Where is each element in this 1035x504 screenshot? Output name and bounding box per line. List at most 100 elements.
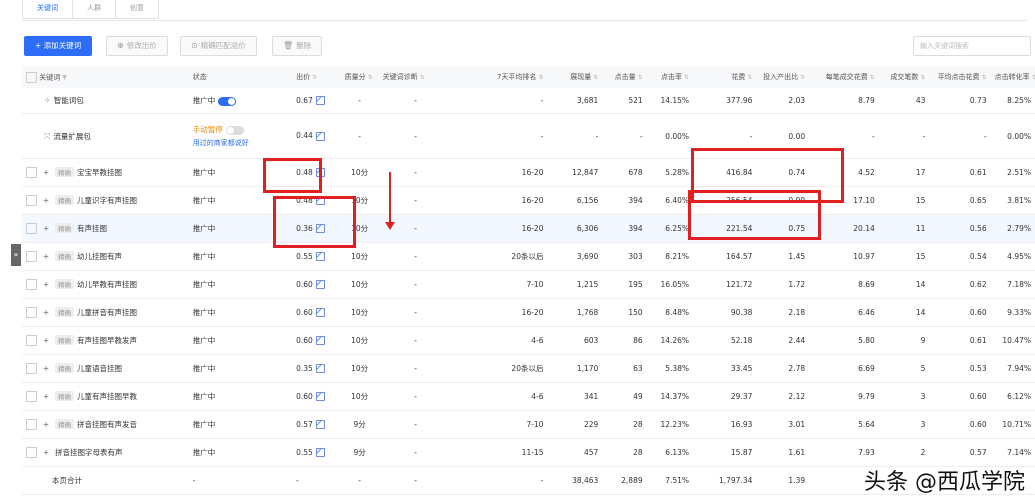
tab-keywords[interactable]: 关键词: [22, 0, 73, 19]
sort-icon[interactable]: ⇅: [870, 74, 875, 81]
smart-bid-button[interactable]: ⊙ 精确匹配溢价: [180, 36, 257, 56]
sort-icon[interactable]: ⇅: [420, 74, 425, 81]
edit-icon[interactable]: [315, 252, 325, 262]
sort-icon[interactable]: ⇅: [538, 74, 543, 81]
row-checkbox[interactable]: [26, 195, 37, 207]
sort-icon[interactable]: ⇅: [982, 74, 987, 81]
table-row[interactable]: + 精确 儿童有声挂图早教 推广中 0.60 10分 -4-6 341 49 14.37% 29.3…: [22, 382, 1035, 411]
row-checkbox[interactable]: [26, 335, 37, 347]
col-ctr[interactable]: 点击率 ⇅: [646, 66, 694, 88]
sort-icon[interactable]: ⇅: [638, 74, 643, 81]
edit-icon[interactable]: [315, 96, 325, 106]
bid-cell[interactable]: 0.44: [292, 113, 341, 159]
collapse-handle-icon[interactable]: »: [11, 244, 21, 266]
col-impressions[interactable]: 展现量 ⇅: [547, 66, 603, 88]
bid-cell[interactable]: 0.60: [292, 270, 341, 299]
table-row[interactable]: + 精确 儿童语音挂图 推广中 0.35 10分 -20条以后 1,170 63 5.38% 33.…: [22, 354, 1035, 383]
expand-icon[interactable]: +: [41, 308, 51, 317]
tab-creative[interactable]: 创意: [115, 0, 159, 19]
table-row[interactable]: + 精确 宝宝早教挂图 推广中 0.48 10分 -16-20 12,847 678 5.28% 4…: [22, 158, 1035, 187]
edit-icon[interactable]: [315, 392, 325, 402]
table-row[interactable]: + 精确 拼音挂图有声发音 推广中 0.57 9分 -7-10 229 28 12.23% 16.9…: [22, 410, 1035, 439]
expand-icon[interactable]: +: [41, 168, 51, 177]
row-checkbox[interactable]: [26, 223, 37, 235]
table-row[interactable]: + 拼音挂图字母表有声 推广中 0.55 9分 -11-15 457 28 6.13% 15.87…: [22, 438, 1035, 467]
table-row[interactable]: + 精确 儿童拼音有声挂图 推广中 0.60 10分 -16-20 1,768 150 8.48%…: [22, 298, 1035, 327]
keyword-search-input[interactable]: 输入关键词搜索: [913, 36, 1031, 56]
expand-icon[interactable]: +: [41, 336, 51, 345]
col-diagnosis[interactable]: 关键词诊断 ⇅: [378, 66, 453, 88]
status-toggle[interactable]: [225, 125, 244, 135]
table-row[interactable]: ⤧ 流量扩展包 手动暂停 用过的商家都说好 0.44- - - - -0.00% -0.00- - -…: [22, 113, 1035, 159]
expand-icon[interactable]: +: [41, 420, 51, 429]
edit-icon[interactable]: [315, 364, 325, 374]
col-bid[interactable]: 出价 ⇅: [292, 66, 341, 88]
sort-icon[interactable]: ⇅: [684, 74, 689, 81]
col-clicks[interactable]: 点击量 ⇅: [602, 66, 647, 88]
bid-cell[interactable]: 0.57: [292, 410, 341, 439]
select-all-checkbox[interactable]: [26, 71, 37, 83]
status-cell: 推广中: [188, 382, 293, 411]
sort-icon[interactable]: ⇅: [1032, 74, 1035, 81]
col-cost[interactable]: 花费 ⇅: [693, 66, 757, 88]
add-keyword-button[interactable]: + 添加关键词: [24, 36, 93, 56]
col-roi[interactable]: 投入产出比 ⇅: [756, 66, 810, 88]
table-row[interactable]: + 精确 有声挂图 推广中 0.36 10分 -16-20 6,306 394 6.25% 221.…: [22, 214, 1035, 243]
modify-bid-button[interactable]: ⊕ 修改出价: [106, 36, 168, 56]
row-checkbox[interactable]: [26, 391, 37, 403]
bid-cell[interactable]: 0.67: [292, 88, 341, 114]
sort-icon[interactable]: ⇅: [312, 74, 317, 81]
bid-cell[interactable]: 0.60: [292, 382, 341, 411]
status-cell: 推广中: [188, 438, 293, 467]
table-row[interactable]: + 精确 幼儿挂图有声 推广中 0.55 10分 -20条以后 3,690 303 8.21% 16…: [22, 242, 1035, 271]
expand-icon[interactable]: +: [41, 364, 51, 373]
expand-icon[interactable]: +: [41, 448, 51, 457]
row-checkbox[interactable]: [26, 251, 37, 263]
table-row[interactable]: ✧ 智能词包 推广中 0.67- - -3,681 521 14.15% 377.96 2.03 8…: [22, 88, 1035, 114]
expand-icon[interactable]: +: [41, 392, 51, 401]
tab-audience[interactable]: 人群: [72, 0, 116, 19]
table-row[interactable]: + 精确 幼儿早教有声挂图 推广中 0.60 10分 -7-10 1,215 195 16.05%…: [22, 270, 1035, 299]
sort-icon[interactable]: ⇅: [593, 74, 598, 81]
col-rank[interactable]: 7天平均排名 ⇅: [452, 66, 548, 88]
row-checkbox[interactable]: [26, 307, 37, 319]
expand-icon[interactable]: +: [41, 196, 51, 205]
expand-icon[interactable]: +: [41, 224, 51, 233]
clk-cell: 521: [602, 88, 647, 114]
col-cvr[interactable]: 点击转化率 ⇅: [990, 66, 1035, 88]
edit-icon[interactable]: [315, 280, 325, 290]
bid-cell[interactable]: 0.60: [292, 326, 341, 355]
keyword-cell: + 精确 拼音挂图有声发音: [22, 410, 189, 439]
table-row[interactable]: + 精确 儿童识字有声挂图 推广中 0.48 10分 -16-20 6,156 394 6.40%…: [22, 186, 1035, 215]
bid-cell[interactable]: 0.55: [292, 438, 341, 467]
col-cpc[interactable]: 平均点击花费 ⇅: [929, 66, 991, 88]
edit-icon[interactable]: [315, 131, 325, 141]
row-checkbox[interactable]: [26, 279, 37, 291]
cvr-cell: 8.25%: [990, 88, 1035, 114]
col-cost-per-order[interactable]: 每笔成交花费 ⇅: [809, 66, 879, 88]
sort-icon[interactable]: ⇅: [747, 74, 752, 81]
expand-icon[interactable]: +: [41, 280, 51, 289]
edit-icon[interactable]: [315, 336, 325, 346]
delete-button[interactable]: 🗑 删除: [272, 36, 323, 56]
bid-cell[interactable]: 0.35: [292, 354, 341, 383]
row-checkbox[interactable]: [26, 363, 37, 375]
status-link[interactable]: 用过的商家都说好: [193, 138, 288, 148]
row-checkbox[interactable]: [26, 447, 37, 459]
expand-icon[interactable]: +: [41, 252, 51, 261]
col-orders[interactable]: 成交笔数 ⇅: [878, 66, 930, 88]
edit-icon[interactable]: [315, 308, 325, 318]
sort-icon[interactable]: ⇅: [800, 74, 805, 81]
row-checkbox[interactable]: [26, 167, 37, 179]
row-checkbox[interactable]: [26, 419, 37, 431]
sort-icon[interactable]: ⇅: [920, 74, 925, 81]
col-keyword[interactable]: 关键词 ▼: [22, 66, 189, 88]
bid-cell[interactable]: 0.60: [292, 298, 341, 327]
col-quality[interactable]: 质量分 ⇅: [340, 66, 379, 88]
filter-icon[interactable]: ▼: [62, 74, 67, 81]
table-row[interactable]: + 精确 有声挂图早教发声 推广中 0.60 10分 -4-6 603 86 14.26% 52.1…: [22, 326, 1035, 355]
edit-icon[interactable]: [315, 448, 325, 458]
edit-icon[interactable]: [315, 420, 325, 430]
status-toggle[interactable]: [218, 96, 237, 106]
sort-icon[interactable]: ⇅: [368, 74, 373, 81]
